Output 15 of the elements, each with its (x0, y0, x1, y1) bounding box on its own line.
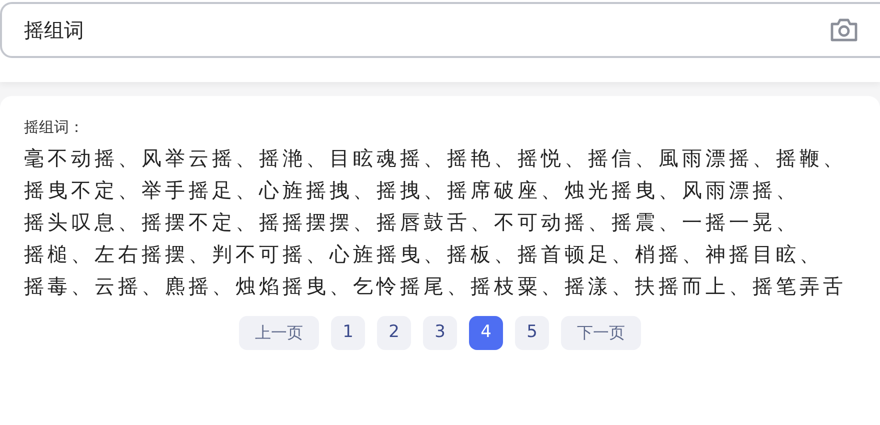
word-list-line: 摇头叹息、摇摆不定、摇摇摆摆、摇唇鼓舌、不可动摇、摇震、一摇一晃、 (24, 209, 800, 236)
page-button[interactable]: 2 (377, 316, 411, 350)
word-list-line: 摇槌、左右摇摆、判不可摇、心旌摇曳、摇板、摇首顿足、梢摇、神摇目眩、 (24, 241, 824, 268)
word-list-line: 摇曳不定、举手摇足、心旌摇拽、摇拽、摇席破座、烛光摇曳、风雨漂摇、 (24, 177, 800, 204)
word-list-line: 摇毒、云摇、麃摇、烛焰摇曳、乞怜摇尾、摇枝粟、摇漾、扶摇而上、摇笔弄舌 (24, 273, 848, 300)
search-field[interactable]: 摇组词 (0, 2, 880, 58)
result-heading: 摇组词： (24, 117, 85, 138)
page-button[interactable]: 3 (423, 316, 457, 350)
page-button[interactable]: 4 (469, 316, 503, 350)
next-page-button[interactable]: 下一页 (561, 316, 641, 350)
page-button[interactable]: 1 (331, 316, 365, 350)
page-button[interactable]: 5 (515, 316, 549, 350)
word-list-line: 毫不动摇、风举云摇、摇滟、目眩魂摇、摇艳、摇悦、摇信、風雨漂摇、摇鞭、 (24, 145, 848, 172)
previous-page-button[interactable]: 上一页 (239, 316, 319, 350)
camera-icon[interactable] (829, 17, 859, 43)
